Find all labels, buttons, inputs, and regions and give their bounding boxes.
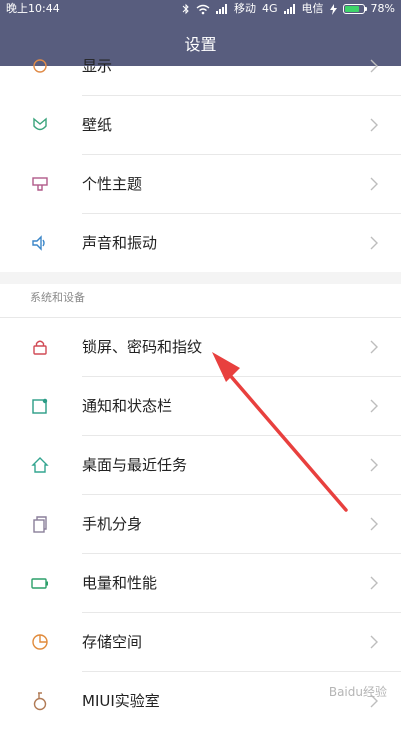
second-space-icon <box>33 516 47 533</box>
lock-icon <box>33 340 47 355</box>
wallpaper-icon <box>33 117 47 131</box>
settings-item-label: 锁屏、密码和指纹 <box>82 338 203 356</box>
settings-item-label: 手机分身 <box>82 515 143 533</box>
section-title: 系统和设备 <box>30 291 85 304</box>
carrier-2: 电信 <box>301 2 324 15</box>
speaker-icon <box>32 235 45 251</box>
charging-icon <box>329 3 337 15</box>
settings-item-desktop[interactable]: 桌面与最近任务 <box>0 436 401 494</box>
carrier-1: 移动 <box>234 2 257 15</box>
settings-item-label: 显示 <box>82 57 113 75</box>
settings-item-label: 通知和状态栏 <box>82 397 173 415</box>
battery-percent: 78% <box>370 2 395 15</box>
status-bar: 晚上10:44 移动 4G 电信 78% <box>0 0 401 18</box>
signal-icon-2 <box>283 4 295 14</box>
settings-item-label: 个性主题 <box>82 175 143 193</box>
settings-item-label: 声音和振动 <box>82 234 158 252</box>
chevron-right-icon <box>370 340 378 354</box>
settings-item-second-space[interactable]: 手机分身 <box>0 495 401 553</box>
chevron-right-icon <box>370 458 378 472</box>
chevron-right-icon <box>370 635 378 649</box>
settings-item-label: 电量和性能 <box>82 574 158 592</box>
battery-performance-icon <box>31 578 48 589</box>
settings-item-battery[interactable]: 电量和性能 <box>0 554 401 612</box>
chevron-right-icon <box>370 118 378 132</box>
settings-item-display[interactable]: 显示 <box>0 37 401 95</box>
chevron-right-icon <box>370 399 378 413</box>
settings-item-lab[interactable]: MIUI实验室 <box>0 672 401 730</box>
settings-item-lockscreen[interactable]: 锁屏、密码和指纹 <box>0 318 401 376</box>
lab-flask-icon <box>33 692 47 711</box>
chevron-right-icon <box>370 517 378 531</box>
settings-item-label: MIUI实验室 <box>82 692 160 710</box>
settings-item-notifications[interactable]: 通知和状态栏 <box>0 377 401 435</box>
section-gap <box>0 272 401 284</box>
battery-tip <box>364 7 367 11</box>
settings-item-label: 存储空间 <box>82 633 143 651</box>
chevron-right-icon <box>370 576 378 590</box>
theme-icon <box>32 177 48 191</box>
signal-icon <box>216 4 228 14</box>
notification-icon <box>32 398 48 414</box>
battery-fill <box>344 6 359 12</box>
battery-icon <box>342 4 367 14</box>
bluetooth-icon <box>182 3 189 15</box>
status-time: 晚上10:44 <box>6 2 60 15</box>
storage-icon <box>32 634 48 650</box>
settings-item-label: 壁纸 <box>82 116 113 134</box>
status-right: 移动 4G 电信 78% <box>182 0 395 18</box>
display-icon <box>33 59 47 73</box>
settings-item-sound[interactable]: 声音和振动 <box>0 214 401 272</box>
wifi-icon <box>196 4 210 14</box>
home-icon <box>31 457 49 473</box>
chevron-right-icon <box>370 177 378 191</box>
settings-item-label: 桌面与最近任务 <box>82 456 188 474</box>
settings-item-theme[interactable]: 个性主题 <box>0 155 401 213</box>
chevron-right-icon <box>370 59 378 73</box>
chevron-right-icon <box>370 236 378 250</box>
settings-item-wallpaper[interactable]: 壁纸 <box>0 96 401 154</box>
network-type: 4G <box>262 2 278 15</box>
settings-item-storage[interactable]: 存储空间 <box>0 613 401 671</box>
watermark: Baidu经验 <box>328 685 387 699</box>
